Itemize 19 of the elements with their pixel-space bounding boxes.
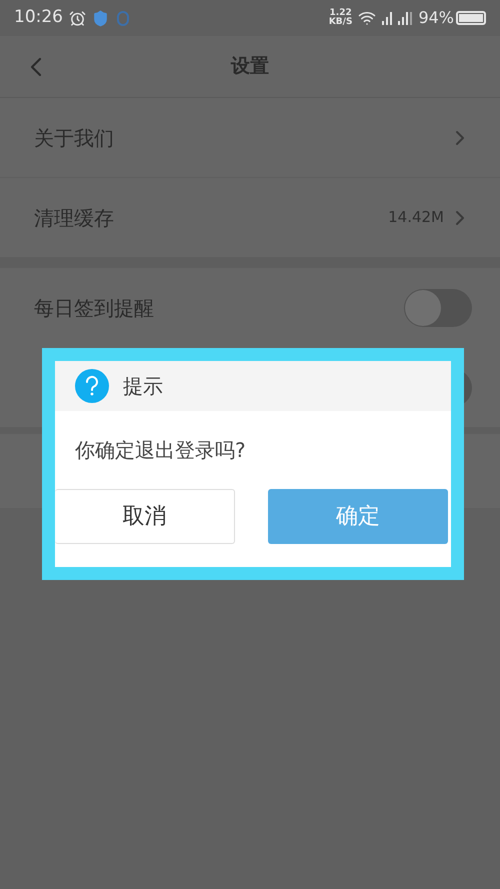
app-icon [117, 10, 129, 26]
question-icon [75, 369, 109, 403]
cache-size: 14.42M [388, 207, 444, 228]
battery-percent: 94% [418, 7, 454, 29]
toggle-switch[interactable] [404, 289, 472, 327]
shield-icon [92, 10, 109, 26]
setting-label: 每日签到提醒 [34, 295, 154, 322]
alarm-icon [69, 10, 86, 26]
dialog-message: 你确定退出登录吗? [75, 437, 246, 464]
setting-label: 关于我们 [34, 124, 114, 152]
wifi-icon [358, 9, 376, 27]
battery-icon [456, 11, 486, 25]
dialog-title: 提示 [123, 373, 163, 400]
status-time: 10:26 [14, 6, 63, 30]
network-speed: 1.22 KB/S [328, 9, 352, 27]
signal-icon [380, 10, 414, 26]
setting-label: 清理缓存 [34, 204, 114, 232]
page-title: 设置 [231, 54, 269, 80]
cancel-button[interactable]: 取消 [55, 489, 235, 544]
